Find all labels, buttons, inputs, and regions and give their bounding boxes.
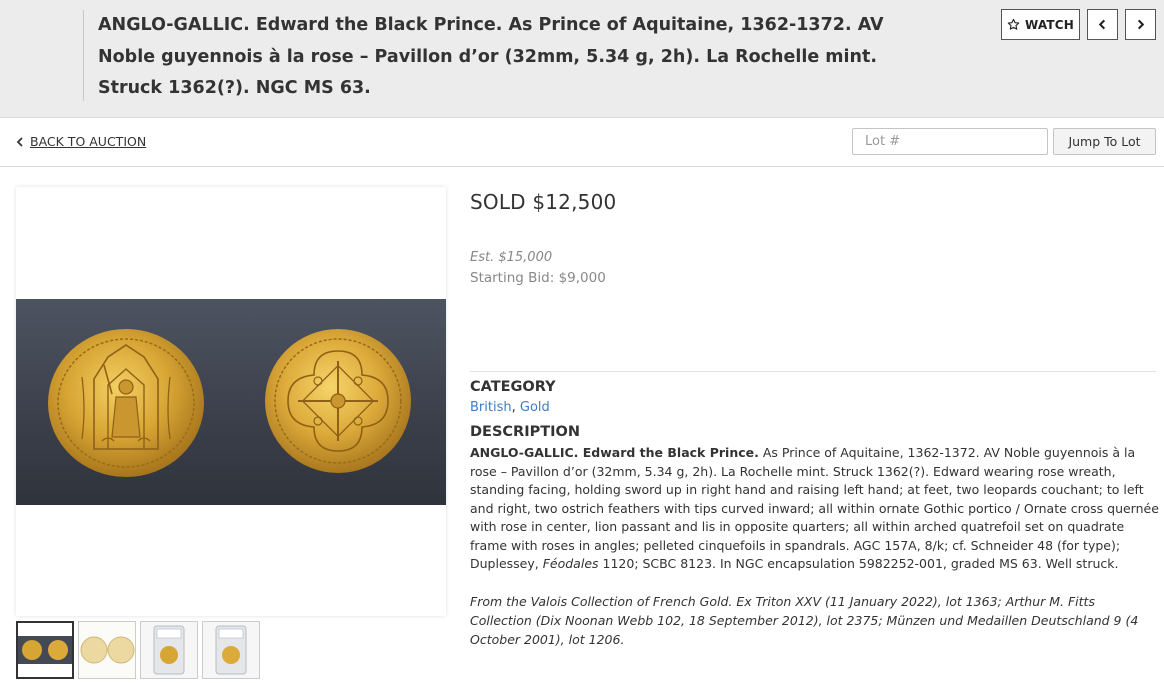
next-lot-button[interactable] xyxy=(1125,9,1156,40)
reverse-coin xyxy=(265,329,411,473)
lot-toolbar: BACK TO AUCTION Jump To Lot xyxy=(0,118,1164,167)
back-to-auction-label: BACK TO AUCTION xyxy=(30,134,147,149)
details-divider xyxy=(470,371,1156,372)
watch-button[interactable]: WATCH xyxy=(1001,9,1080,40)
description-italic: Féodales xyxy=(542,556,599,571)
main-image-viewer[interactable] xyxy=(16,187,446,616)
coin-image xyxy=(48,329,411,477)
thumbnail-image xyxy=(79,622,135,678)
category-heading: CATEGORY xyxy=(470,379,556,395)
category-link-gold[interactable]: Gold xyxy=(520,400,550,415)
chevron-right-icon xyxy=(1137,19,1145,30)
thumbnail-coins-dark[interactable] xyxy=(16,621,74,679)
description-body: As Prince of Aquitaine, 1362-1372. AV No… xyxy=(470,445,1159,571)
jump-to-lot-button[interactable]: Jump To Lot xyxy=(1053,128,1156,155)
sold-price: SOLD $12,500 xyxy=(470,190,617,214)
lot-title: ANGLO-GALLIC. Edward the Black Prince. A… xyxy=(98,15,884,98)
coin-photo xyxy=(16,299,446,505)
provenance-text: From the Valois Collection of French Gol… xyxy=(470,594,1139,647)
watch-label: WATCH xyxy=(1024,17,1075,32)
chevron-left-icon xyxy=(1098,19,1106,30)
star-outline-icon xyxy=(1007,18,1020,30)
obverse-coin xyxy=(48,329,204,477)
thumbnail-slab-back[interactable] xyxy=(202,621,260,679)
category-links: British, Gold xyxy=(470,400,550,415)
thumbnail-slab-front[interactable] xyxy=(140,621,198,679)
description-tail: 1120; SCBC 8123. In NGC encapsulation 59… xyxy=(598,556,1119,571)
thumbnail-image xyxy=(203,622,259,678)
lot-number-input[interactable] xyxy=(852,128,1048,155)
previous-lot-button[interactable] xyxy=(1087,9,1118,40)
category-link-british[interactable]: British xyxy=(470,400,512,415)
lot-header: ANGLO-GALLIC. Edward the Black Prince. A… xyxy=(0,0,1164,118)
back-to-auction-link[interactable]: BACK TO AUCTION xyxy=(16,134,146,149)
estimate: Est. $15,000 xyxy=(470,250,553,265)
description-text: ANGLO-GALLIC. Edward the Black Prince. A… xyxy=(470,444,1160,574)
description-lead: ANGLO-GALLIC. Edward the Black Prince. xyxy=(470,445,759,460)
chevron-left-icon xyxy=(16,136,23,147)
category-separator: , xyxy=(511,400,520,415)
thumbnail-image xyxy=(18,636,72,664)
thumbnail-image xyxy=(141,622,197,678)
description-heading: DESCRIPTION xyxy=(470,424,580,440)
header-divider xyxy=(83,10,84,101)
starting-bid: Starting Bid: $9,000 xyxy=(470,270,606,286)
thumbnail-coins-light[interactable] xyxy=(78,621,136,679)
